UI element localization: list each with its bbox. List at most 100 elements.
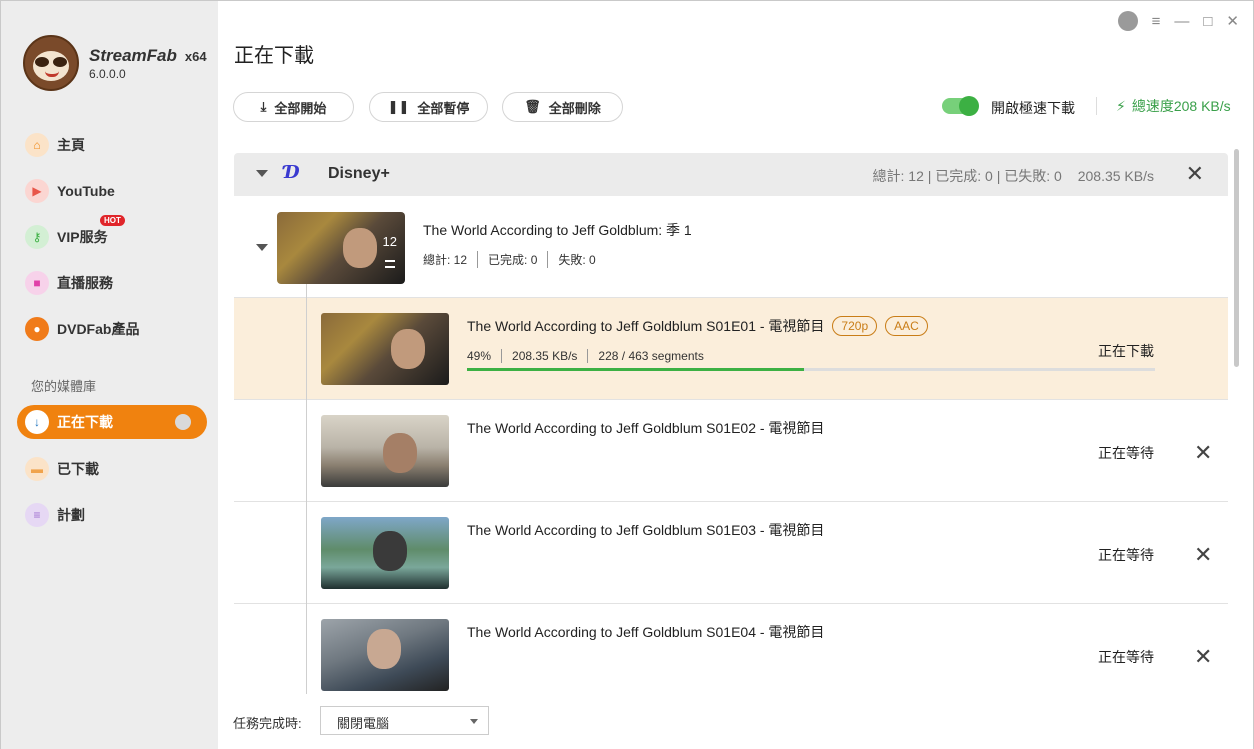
app-arch: x64 [184,48,207,64]
season-thumbnail[interactable]: 12 [277,212,405,284]
list-icon: ≡ [25,503,49,527]
sidebar-item-dvdfab[interactable]: ● DVDFab產品 [17,313,207,345]
season-done: 已完成: 0 [477,251,547,268]
sidebar-item-label: VIP服务 [57,229,108,245]
sidebar-item-label: 直播服務 [57,275,113,291]
progress-bar [467,368,1155,371]
trash-icon: 🗑 [524,99,541,114]
total-speed-label: 總速度208 KB/s [1131,98,1231,114]
on-complete-label: 任務完成時: [233,716,302,731]
maximize-icon[interactable]: □ [1203,13,1212,30]
episode-status: 正在下載 [1098,343,1154,359]
chevron-down-icon [470,719,478,724]
resolution-tag: 720p [832,316,878,336]
turbo-label: 開啟極速下載 [991,100,1075,116]
collapse-caret-icon[interactable] [256,170,268,177]
tree-connector [306,284,307,694]
home-icon: ⌂ [25,133,49,157]
sidebar-item-label: 正在下載 [57,414,113,430]
pause-icon: ❚❚ [387,99,410,114]
sidebar-item-downloaded[interactable]: ▬ 已下載 [17,453,207,485]
close-window-icon[interactable]: ✕ [1226,12,1239,30]
remove-episode-icon[interactable]: ✕ [1194,442,1212,464]
season-failed: 失敗: 0 [547,251,605,268]
episode-title-line: The World According to Jeff Goldblum S01… [467,316,928,336]
episode-row[interactable]: The World According to Jeff Goldblum S01… [234,399,1228,501]
episode-stats: 49% 208.35 KB/s 228 / 463 segments [467,349,714,363]
sidebar-item-label: 主頁 [57,137,85,153]
group-stats: 總計: 12 | 已完成: 0 | 已失敗: 0 208.35 KB/s [873,166,1155,186]
sidebar-item-label: 計劃 [57,507,85,523]
start-all-button[interactable]: ⤓ 全部開始 [233,92,354,122]
audio-tag: AAC [885,316,928,336]
footer: 任務完成時: 關閉電腦 [218,695,1253,749]
clock-icon[interactable] [1117,11,1138,31]
sidebar-item-live[interactable]: ■ 直播服務 [17,267,207,299]
sidebar-item-home[interactable]: ⌂ 主頁 [17,129,207,161]
close-group-icon[interactable]: ✕ [1186,163,1204,185]
sloth-logo-icon [23,35,79,91]
episode-thumbnail [321,619,449,691]
collapse-caret-icon[interactable] [256,244,268,251]
youtube-icon: ▶ [25,179,49,203]
sidebar-nav: ⌂ 主頁 ▶ YouTube ⚷ VIP服务 HOT ■ 直播服務 ● DVDF… [17,129,207,359]
page-title: 正在下載 [234,45,314,67]
dvdfab-icon: ● [25,317,49,341]
episode-status: 正在等待 [1098,547,1154,563]
episode-thumbnail [321,517,449,589]
app-window: StreamFab x64 6.0.0.0 ⌂ 主頁 ▶ YouTube ⚷ V… [0,0,1254,749]
episode-speed: 208.35 KB/s [501,349,587,363]
season-row: 12 The World According to Jeff Goldblum:… [234,196,1228,297]
minimize-icon[interactable]: — [1174,13,1189,30]
episode-title: The World According to Jeff Goldblum S01… [467,522,825,538]
episode-row[interactable]: The World According to Jeff Goldblum S01… [234,501,1228,603]
episode-title: The World According to Jeff Goldblum S01… [467,420,825,436]
season-total: 總計: 12 [423,253,468,267]
sidebar-item-vip[interactable]: ⚷ VIP服务 HOT [17,215,207,253]
episode-thumbnail [321,415,449,487]
folder-icon: ▬ [25,457,49,481]
episode-title: The World According to Jeff Goldblum S01… [467,318,825,334]
window-controls: ≡ — □ ✕ [1117,11,1239,31]
divider [1096,97,1097,115]
group-name: Disney+ [328,165,390,182]
sidebar-item-label: 已下載 [57,461,99,477]
delete-all-label: 全部刪除 [548,100,601,116]
total-speed: ⚡ 總速度208 KB/s [1116,96,1231,116]
lightning-icon: ⚡ [1116,97,1126,114]
group-stats-text: 總計: 12 | 已完成: 0 | 已失敗: 0 [872,168,1062,184]
sidebar-item-youtube[interactable]: ▶ YouTube [17,175,207,207]
group-header: Ɗ Disney+ 總計: 12 | 已完成: 0 | 已失敗: 0 208.3… [234,153,1228,196]
episode-title-line: The World According to Jeff Goldblum S01… [467,418,824,438]
disney-plus-logo-icon: Ɗ [284,162,300,183]
remove-episode-icon[interactable]: ✕ [1194,646,1212,668]
turbo-toggle[interactable] [942,96,979,116]
library-nav: ↓ 正在下載 ▬ 已下載 ≡ 計劃 [17,405,207,545]
episode-percent: 49% [467,349,492,363]
start-all-label: 全部開始 [274,100,327,116]
download-icon: ⤓ [260,99,267,114]
episode-title: The World According to Jeff Goldblum S01… [467,624,825,640]
library-label: 您的媒體庫 [31,379,97,394]
download-icon: ↓ [25,410,49,434]
remove-episode-icon[interactable]: ✕ [1194,544,1212,566]
episode-segments: 228 / 463 segments [587,349,713,363]
on-complete-value: 關閉電腦 [337,716,390,731]
delete-all-button[interactable]: 🗑 全部刪除 [502,92,623,122]
episode-title-line: The World According to Jeff Goldblum S01… [467,622,824,642]
season-title: The World According to Jeff Goldblum: 季 … [423,222,692,238]
sidebar-item-downloading[interactable]: ↓ 正在下載 [17,405,207,439]
on-complete-select[interactable]: 關閉電腦 [320,706,489,735]
season-stats: 總計: 12 已完成: 0 失敗: 0 [423,251,606,268]
episode-row[interactable]: The World According to Jeff Goldblum S01… [234,603,1228,695]
sidebar-item-schedule[interactable]: ≡ 計劃 [17,499,207,531]
user-icon [175,414,191,430]
pause-all-label: 全部暫停 [417,100,470,116]
episode-status: 正在等待 [1098,445,1154,461]
key-icon: ⚷ [25,225,49,249]
episode-row[interactable]: The World According to Jeff Goldblum S01… [234,297,1228,399]
pause-all-button[interactable]: ❚❚ 全部暫停 [369,92,488,122]
scrollbar[interactable] [1234,149,1239,367]
menu-icon[interactable]: ≡ [1152,13,1161,30]
episode-title-line: The World According to Jeff Goldblum S01… [467,520,824,540]
